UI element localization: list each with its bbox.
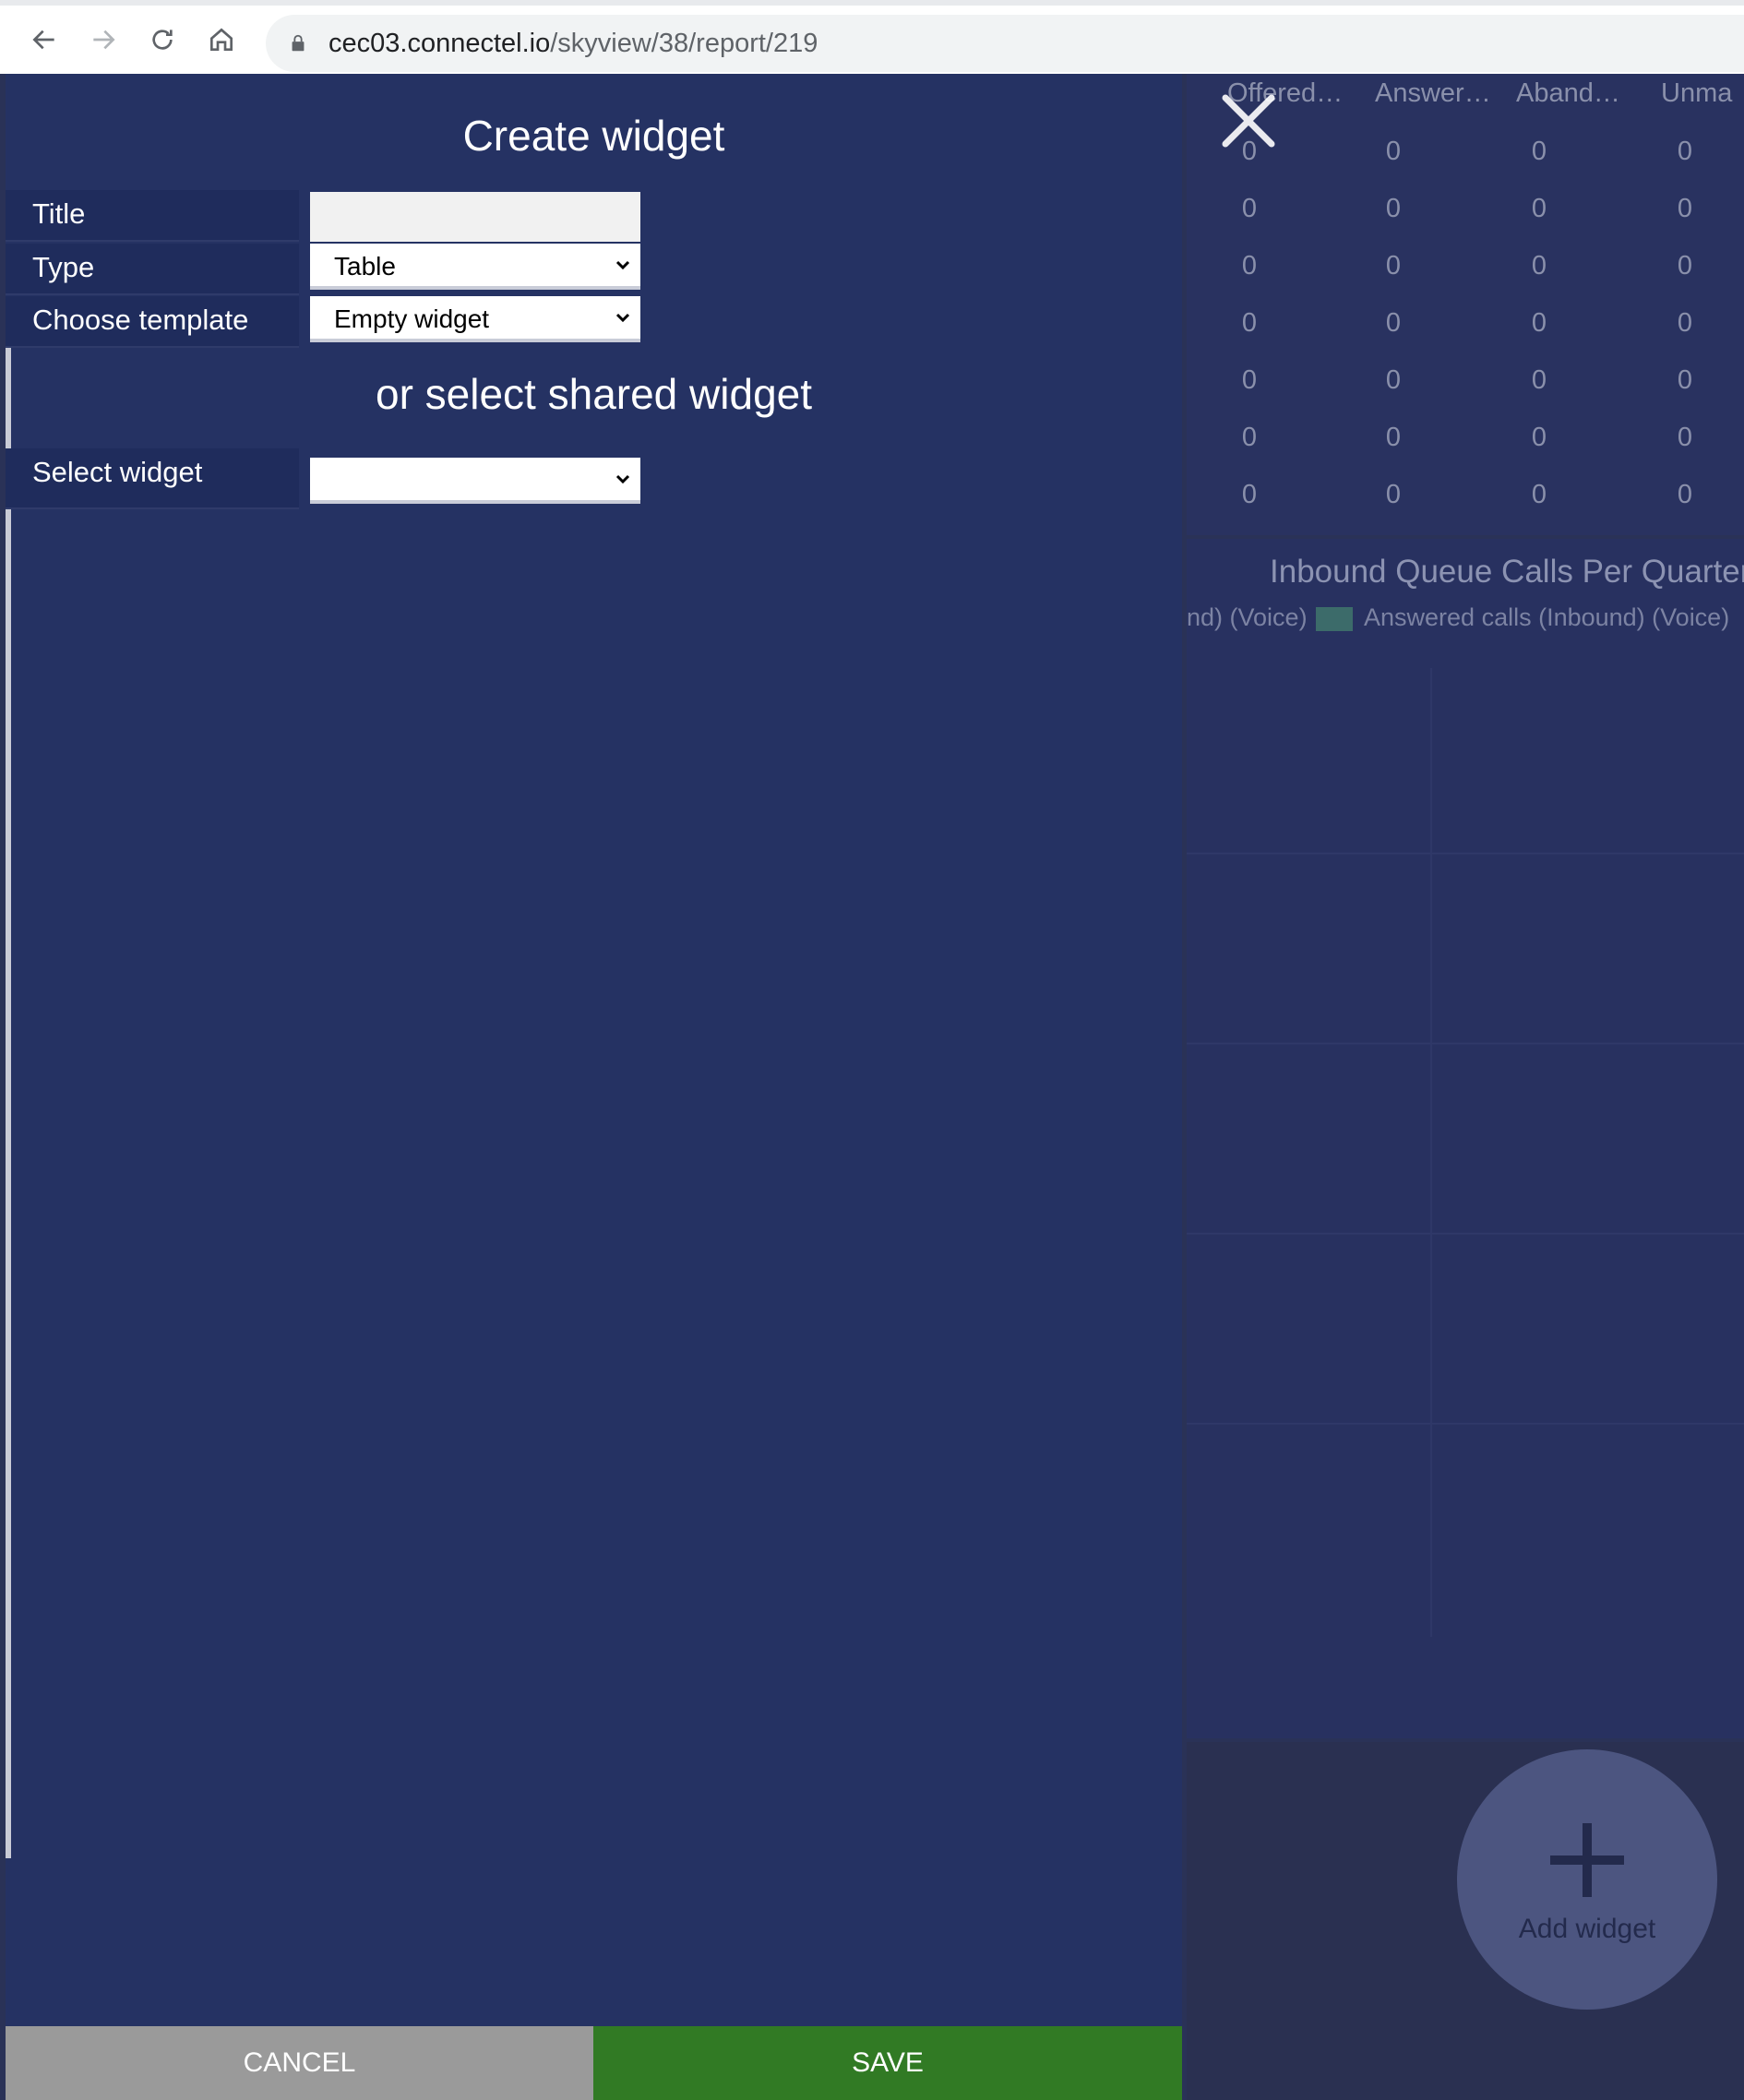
table-cell: 0 (1385, 308, 1402, 338)
back-arrow-icon[interactable] (15, 10, 74, 69)
table-cell: 0 (1677, 365, 1693, 395)
table-cell: 0 (1241, 365, 1258, 395)
url-host: cec03.connectel.io (328, 28, 551, 58)
table-row: 0 0 0 0 (1187, 251, 1744, 308)
chart-widget: Inbound Queue Calls Per Quarter H nd) (V… (1187, 539, 1744, 1738)
grid-line (1187, 1043, 1744, 1044)
table-cell: 0 (1385, 251, 1402, 280)
table-cell: 0 (1677, 423, 1693, 452)
type-label: Type (6, 244, 299, 295)
table-cell: 0 (1531, 137, 1547, 166)
forward-arrow-icon[interactable] (74, 10, 133, 69)
column-header: Unma (1661, 78, 1733, 108)
table-cell: 0 (1241, 194, 1258, 223)
grid-line (1187, 1233, 1744, 1235)
table-cell: 0 (1531, 251, 1547, 280)
title-row: Title (6, 190, 656, 242)
add-widget-button[interactable]: Add widget (1457, 1749, 1717, 2010)
table-cell: 0 (1531, 194, 1547, 223)
type-row: Type Table (6, 244, 656, 295)
table-cell: 0 (1241, 308, 1258, 338)
chevron-down-icon (615, 313, 630, 323)
table-cell: 0 (1385, 194, 1402, 223)
table-cell: 0 (1531, 308, 1547, 338)
panel-edge (6, 306, 11, 1858)
select-widget-label: Select widget (6, 448, 299, 509)
table-cell: 0 (1677, 308, 1693, 338)
table-row: 0 0 0 0 (1187, 308, 1744, 365)
table-cell: 0 (1241, 480, 1258, 509)
modal-actions: CANCEL SAVE (6, 2026, 1182, 2100)
table-row: 0 0 0 0 (1187, 480, 1744, 537)
table-row: 0 0 0 0 (1187, 423, 1744, 480)
table-cell: 0 (1677, 137, 1693, 166)
lock-icon (292, 34, 305, 52)
url-text: cec03.connectel.io/skyview/38/report/219 (328, 29, 818, 59)
table-cell: 0 (1677, 480, 1693, 509)
table-cell: 0 (1677, 251, 1693, 280)
table-row: 0 0 0 0 (1187, 365, 1744, 423)
title-label: Title (6, 190, 299, 242)
table-cell: 0 (1531, 423, 1547, 452)
chart-title: Inbound Queue Calls Per Quarter H (1270, 554, 1744, 590)
close-icon[interactable] (1216, 89, 1281, 153)
type-select[interactable]: Table (310, 244, 640, 290)
table-cell: 0 (1241, 251, 1258, 280)
shared-widget-subtitle: or select shared widget (375, 370, 813, 418)
browser-toolbar: cec03.connectel.io/skyview/38/report/219 (0, 0, 1744, 74)
legend-item: nd) (Voice) (1187, 603, 1308, 631)
column-header: Aband… (1516, 78, 1620, 108)
plus-icon (1550, 1823, 1624, 1897)
table-cell: 0 (1531, 480, 1547, 509)
create-widget-panel: Create widget Title Type Table Choose te… (6, 74, 1182, 2100)
address-bar[interactable]: cec03.connectel.io/skyview/38/report/219 (266, 15, 1744, 72)
template-row: Choose template Empty widget (6, 296, 656, 348)
grid-line (1187, 853, 1744, 854)
legend-item: Answered calls (Inbound) (Voice) (1364, 603, 1730, 631)
table-cell: 0 (1385, 480, 1402, 509)
chevron-down-icon (615, 474, 630, 484)
chevron-down-icon (615, 260, 630, 270)
table-cell: 0 (1241, 423, 1258, 452)
table-cell: 0 (1385, 365, 1402, 395)
add-widget-label: Add widget (1518, 1914, 1656, 1944)
table-cell: 0 (1385, 137, 1402, 166)
table-cell: 0 (1531, 365, 1547, 395)
grid-line (1187, 1423, 1744, 1425)
legend-swatch (1316, 607, 1353, 631)
table-cell: 0 (1385, 423, 1402, 452)
template-label: Choose template (6, 296, 299, 348)
column-header: Answer… (1375, 78, 1491, 108)
table-row: 0 0 0 0 (1187, 194, 1744, 251)
template-select[interactable]: Empty widget (310, 296, 640, 342)
type-select-value: Table (334, 252, 396, 280)
grid-line (1430, 668, 1432, 1637)
save-button[interactable]: SAVE (593, 2026, 1182, 2100)
panel-title: Create widget (462, 112, 725, 160)
reload-icon[interactable] (133, 10, 192, 69)
home-icon[interactable] (192, 10, 251, 69)
title-input[interactable] (310, 192, 640, 242)
url-path: /skyview/38/report/219 (550, 28, 818, 58)
cancel-button[interactable]: CANCEL (6, 2026, 593, 2100)
table-cell: 0 (1677, 194, 1693, 223)
template-select-value: Empty widget (334, 304, 490, 333)
shared-widget-select[interactable] (310, 458, 640, 504)
select-widget-row: Select widget (6, 448, 656, 509)
